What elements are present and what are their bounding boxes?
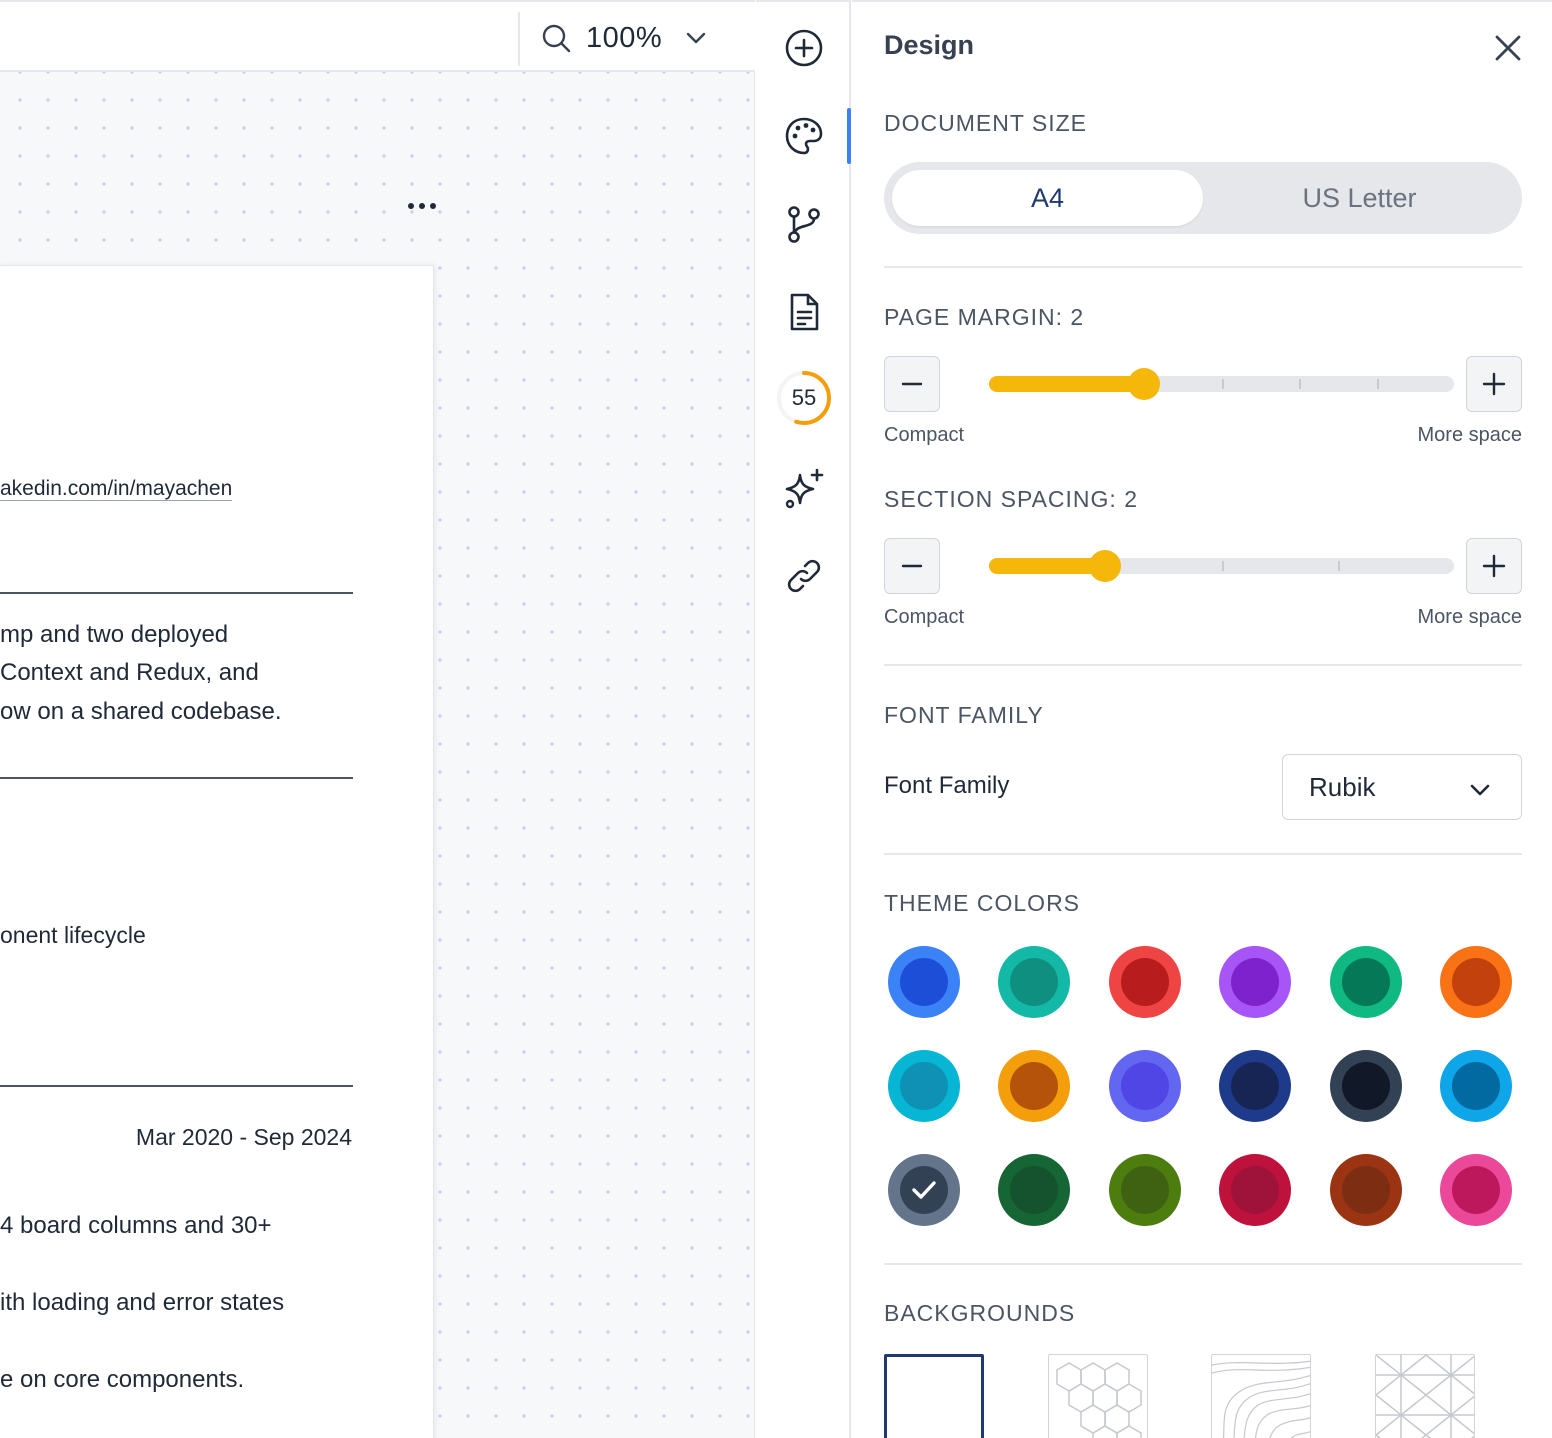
canvas-area[interactable]: 100% akedin.com/in/mayachen mp and two d… xyxy=(0,0,755,1438)
chevron-down-icon xyxy=(1469,777,1491,808)
document-size-label: DOCUMENT SIZE xyxy=(884,110,1087,136)
theme-color-swatch[interactable] xyxy=(998,1050,1071,1122)
slider-fill xyxy=(989,376,1144,392)
bullet-line: 4 board columns and 30+ xyxy=(0,1212,272,1239)
theme-color-swatch[interactable] xyxy=(888,1154,960,1226)
slider-tick xyxy=(1299,379,1301,389)
theme-color-swatch[interactable] xyxy=(1440,1050,1512,1122)
slider-fill xyxy=(989,558,1106,574)
more-space-hint: More space xyxy=(1417,424,1523,446)
document-icon[interactable] xyxy=(776,284,832,340)
size-option-us-letter[interactable]: US Letter xyxy=(1204,170,1515,226)
summary-line: Context and Redux, and xyxy=(0,659,259,686)
backgrounds-label: BACKGROUNDS xyxy=(884,1300,1076,1326)
theme-color-swatch[interactable] xyxy=(1108,1050,1181,1122)
theme-color-swatch[interactable] xyxy=(998,1154,1071,1226)
theme-color-swatch[interactable] xyxy=(1108,946,1181,1018)
slider-tick xyxy=(1221,561,1224,571)
close-icon[interactable] xyxy=(1488,28,1528,68)
theme-color-swatch[interactable] xyxy=(1219,1050,1292,1122)
section-divider xyxy=(0,1085,353,1087)
score-value: 55 xyxy=(791,385,817,410)
check-icon xyxy=(912,1181,936,1199)
background-option-topographic[interactable] xyxy=(1211,1354,1311,1438)
slider-thumb[interactable] xyxy=(1089,550,1122,582)
chevron-down-icon[interactable] xyxy=(684,26,708,50)
summary-line: mp and two deployed xyxy=(0,621,229,648)
bullet-line: e on core components. xyxy=(0,1366,245,1393)
section-spacing-label: SECTION SPACING: 2 xyxy=(884,486,1139,512)
theme-color-swatch[interactable] xyxy=(1219,1154,1292,1226)
design-panel: Design DOCUMENT SIZE A4 US Letter PAGE M… xyxy=(852,0,1552,1438)
page-margin-decrease-button[interactable] xyxy=(884,356,940,412)
icon-rail xyxy=(756,0,851,1438)
font-family-label: Font Family xyxy=(884,772,1010,799)
divider xyxy=(884,853,1522,855)
theme-color-swatch[interactable] xyxy=(1329,1154,1402,1226)
theme-color-swatch[interactable] xyxy=(1219,946,1292,1018)
slider-tick xyxy=(1376,379,1379,389)
document-size-toggle: A4 US Letter xyxy=(884,162,1522,234)
more-space-hint: More space xyxy=(1417,606,1523,628)
theme-color-swatch[interactable] xyxy=(1329,1050,1402,1122)
search-icon xyxy=(540,22,572,54)
zoom-control[interactable]: 100% xyxy=(540,16,708,60)
divider xyxy=(884,266,1522,268)
section-divider xyxy=(0,777,353,779)
compact-hint: Compact xyxy=(884,606,965,628)
theme-color-swatch[interactable] xyxy=(1440,1154,1512,1226)
page-margin-slider[interactable] xyxy=(989,368,1454,400)
divider xyxy=(884,1263,1522,1265)
compact-hint: Compact xyxy=(884,424,965,446)
font-family-select[interactable]: Rubik xyxy=(1282,754,1522,820)
theme-color-swatch[interactable] xyxy=(888,1050,960,1122)
theme-color-swatch[interactable] xyxy=(888,946,960,1018)
active-indicator xyxy=(847,108,851,164)
slider-tick xyxy=(1221,379,1224,389)
background-option-hexagons[interactable] xyxy=(1048,1354,1148,1438)
summary-line: ow on a shared codebase. xyxy=(0,698,282,725)
page-margin-label: PAGE MARGIN: 2 xyxy=(884,304,1085,330)
resume-page[interactable]: akedin.com/in/mayachen mp and two deploy… xyxy=(0,265,434,1438)
more-options-icon[interactable] xyxy=(400,192,444,220)
section-spacing-decrease-button[interactable] xyxy=(884,538,940,594)
divider xyxy=(884,664,1522,666)
panel-title: Design xyxy=(884,30,975,60)
job-dates: Mar 2020 - Sep 2024 xyxy=(135,1124,352,1150)
theme-colors-label: THEME COLORS xyxy=(884,890,1081,916)
skill-line: onent lifecycle xyxy=(0,922,146,948)
theme-color-swatch[interactable] xyxy=(1440,946,1512,1018)
link-icon[interactable] xyxy=(776,548,832,604)
branch-icon[interactable] xyxy=(776,196,832,252)
linkedin-link[interactable]: akedin.com/in/mayachen xyxy=(0,474,233,502)
toolbar-divider xyxy=(518,12,520,66)
bullet-line: ith loading and error states xyxy=(0,1289,285,1316)
theme-color-swatch[interactable] xyxy=(998,946,1071,1018)
font-family-value: Rubik xyxy=(1309,771,1376,802)
zoom-value: 100% xyxy=(586,21,663,54)
section-divider xyxy=(0,592,353,594)
theme-color-swatch[interactable] xyxy=(1329,946,1402,1018)
section-spacing-increase-button[interactable] xyxy=(1466,538,1522,594)
sparkle-icon[interactable] xyxy=(776,460,832,516)
size-option-a4[interactable]: A4 xyxy=(892,170,1203,226)
canvas-toolbar: 100% xyxy=(0,0,755,72)
palette-icon[interactable] xyxy=(776,108,832,164)
background-option-blank[interactable] xyxy=(884,1354,984,1438)
slider-thumb[interactable] xyxy=(1128,368,1160,400)
background-option-diamond-lattice[interactable] xyxy=(1375,1354,1475,1438)
theme-color-swatch[interactable] xyxy=(1108,1154,1181,1226)
section-spacing-slider[interactable] xyxy=(989,550,1454,582)
plus-circle-icon[interactable] xyxy=(776,20,832,76)
slider-tick xyxy=(1337,561,1340,571)
page-margin-increase-button[interactable] xyxy=(1466,356,1522,412)
font-family-section-label: FONT FAMILY xyxy=(884,702,1044,728)
